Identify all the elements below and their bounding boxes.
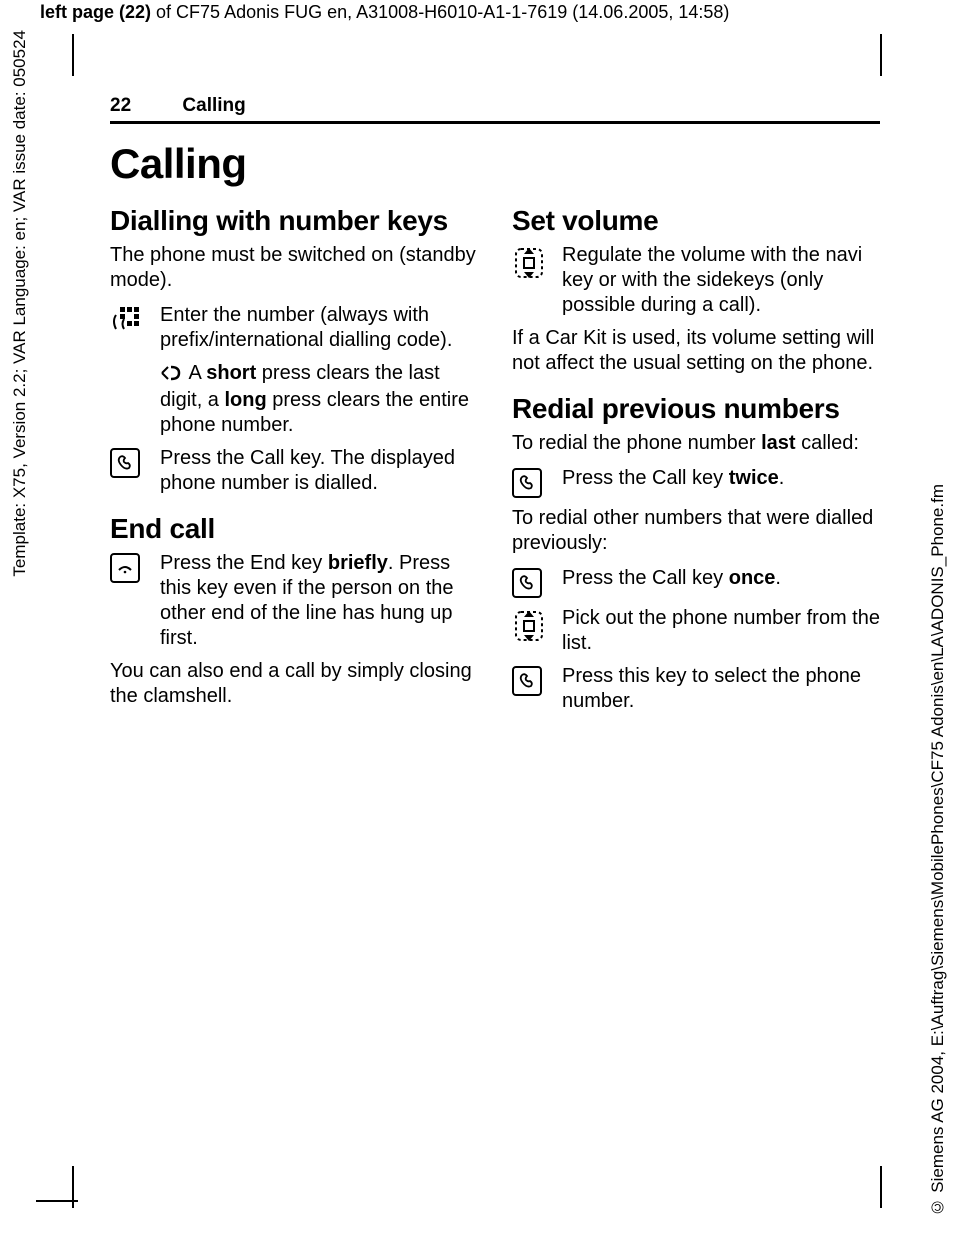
redial-pick-text: Pick out the phone number from the list.: [562, 606, 880, 656]
enter-number-text: Enter the number (always with prefix/int…: [160, 303, 478, 353]
redial-twice-text: Press the Call key twice.: [562, 466, 880, 498]
redial-intro-text: To redial the phone number last called:: [512, 431, 880, 456]
copyright-path-vertical: © Siemens AG 2004, E:\Auftrag\Siemens\Mo…: [928, 484, 948, 1216]
row-volume: Regulate the volume with the navi key or…: [512, 243, 880, 318]
right-column: Set volume Regulate the volume with the …: [512, 206, 880, 722]
page-meta-banner: left page (22) of CF75 Adonis FUG en, A3…: [40, 2, 914, 23]
crop-mark: [880, 1166, 882, 1208]
heading-end-call: End call: [110, 514, 478, 545]
row-end-key: Press the End key briefly. Press this ke…: [110, 551, 478, 651]
banner-rest: of CF75 Adonis FUG en, A31008-H6010-A1-1…: [151, 2, 729, 22]
heading-redial: Redial previous numbers: [512, 394, 880, 425]
navi-key-icon: [512, 243, 548, 318]
section-name: Calling: [182, 95, 245, 116]
crop-mark: [880, 34, 882, 76]
call-key-icon: [512, 664, 548, 714]
redial-other-text: To redial other numbers that were dialle…: [512, 506, 880, 556]
call-key-text: Press the Call key. The displayed phone …: [160, 446, 478, 496]
crop-mark: [72, 34, 74, 76]
row-redial-twice: Press the Call key twice.: [512, 466, 880, 498]
row-redial-once: Press the Call key once.: [512, 566, 880, 598]
page-content: 22 Calling Calling Dialling with number …: [110, 95, 880, 722]
dial-intro-text: The phone must be switched on (standby m…: [110, 243, 478, 293]
left-column: Dialling with number keys The phone must…: [110, 206, 478, 722]
end-key-icon: [110, 551, 146, 651]
page-title: Calling: [110, 140, 880, 188]
banner-bold: left page (22): [40, 2, 151, 22]
crop-mark: [36, 1200, 78, 1202]
row-redial-select: Press this key to select the phone numbe…: [512, 664, 880, 714]
redial-select-text: Press this key to select the phone numbe…: [562, 664, 880, 714]
clear-key-icon: [160, 363, 182, 388]
navi-key-icon: [512, 606, 548, 656]
running-head: 22 Calling: [110, 95, 880, 124]
clear-digit-text: A short press clears the last digit, a l…: [160, 361, 478, 438]
row-redial-pick: Pick out the phone number from the list.: [512, 606, 880, 656]
call-key-icon: [512, 466, 548, 498]
redial-once-text: Press the Call key once.: [562, 566, 880, 598]
heading-set-volume: Set volume: [512, 206, 880, 237]
row-enter-number: Enter the number (always with prefix/int…: [110, 303, 478, 353]
template-info-vertical: Template: X75, Version 2.2; VAR Language…: [10, 30, 30, 577]
call-key-icon: [110, 446, 146, 496]
row-clear-digit: A short press clears the last digit, a l…: [110, 361, 478, 438]
row-call-key: Press the Call key. The displayed phone …: [110, 446, 478, 496]
keypad-icon: [110, 303, 146, 353]
call-key-icon: [512, 566, 548, 598]
end-clamshell-text: You can also end a call by simply closin…: [110, 659, 478, 709]
page-number: 22: [110, 95, 131, 116]
end-key-text: Press the End key briefly. Press this ke…: [160, 551, 478, 651]
volume-text: Regulate the volume with the navi key or…: [562, 243, 880, 318]
heading-dialling: Dialling with number keys: [110, 206, 478, 237]
volume-carkit-text: If a Car Kit is used, its volume setting…: [512, 326, 880, 376]
